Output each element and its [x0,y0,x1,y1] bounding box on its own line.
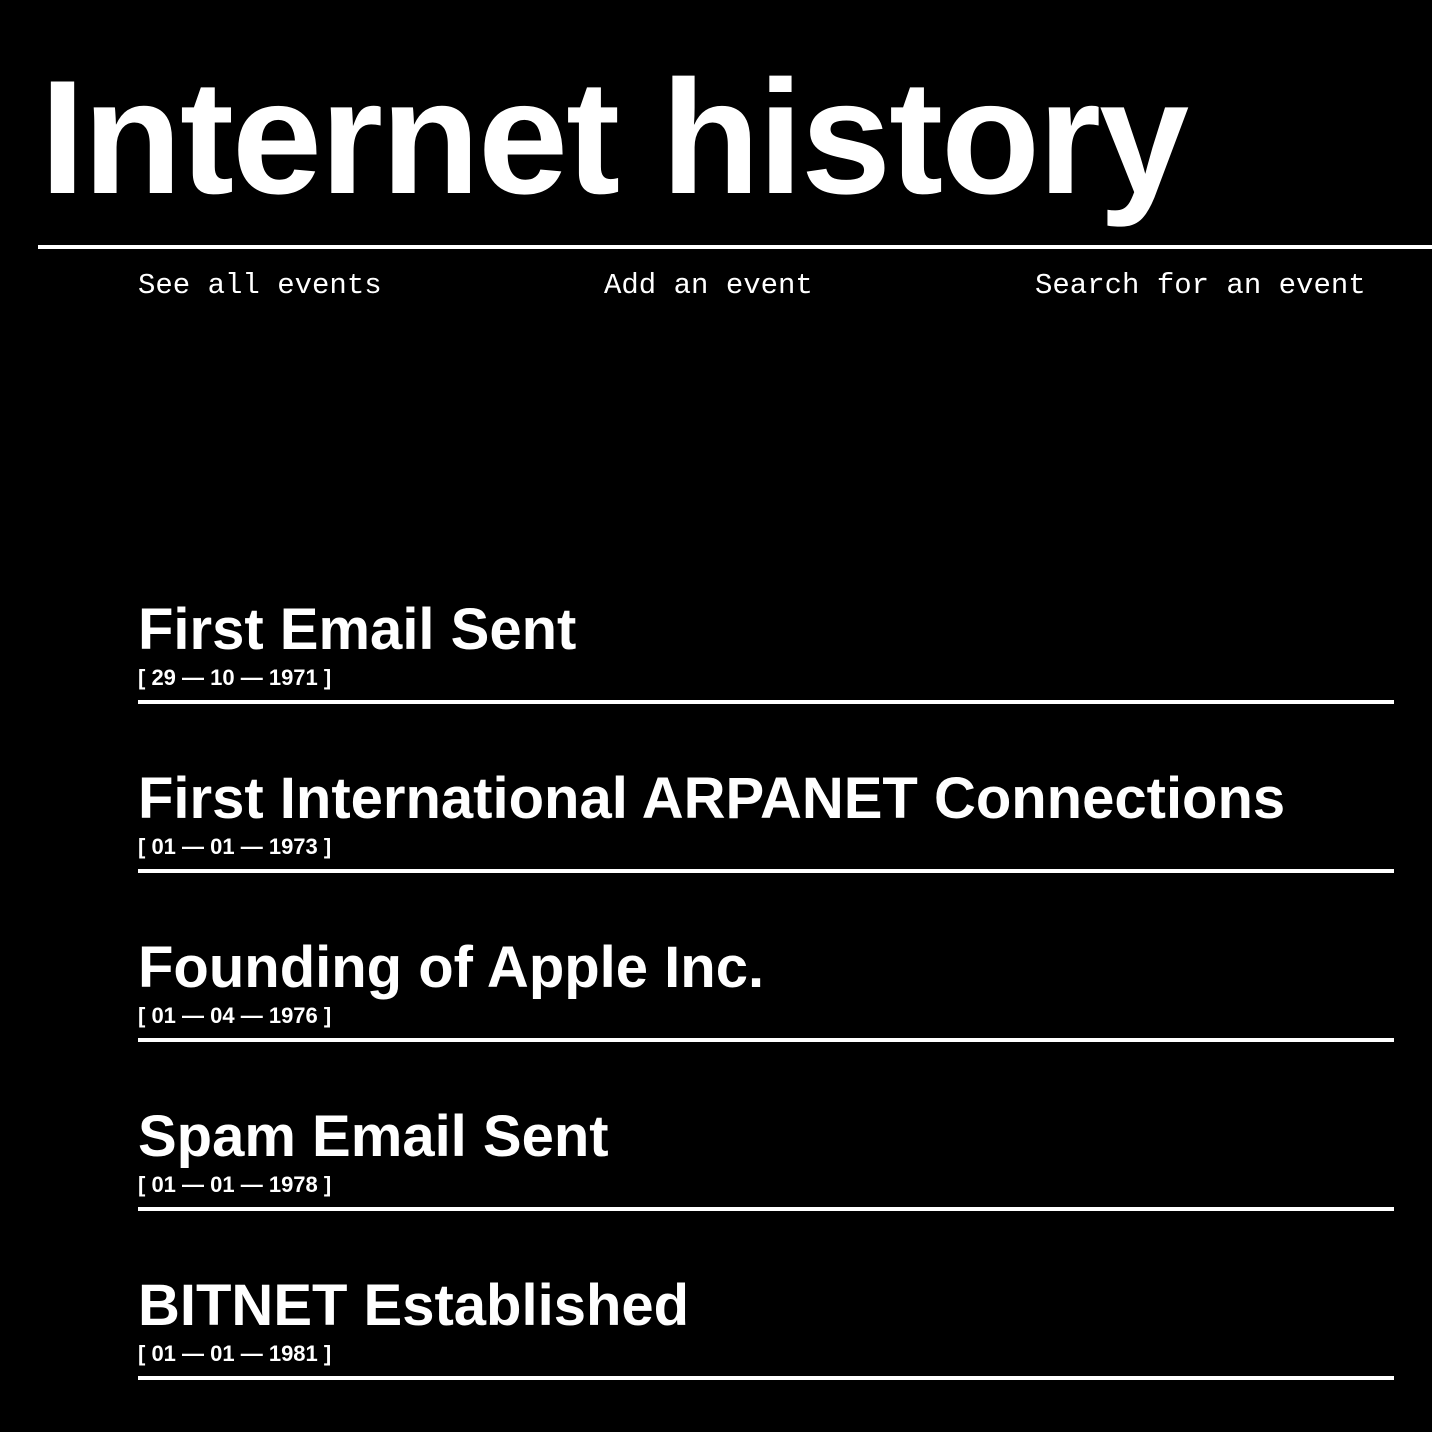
event-item[interactable]: Spam Email Sent [ 01 — 01 — 1978 ] [138,1102,1394,1271]
page-title: Internet history [40,47,1189,228]
nav-search-event-link[interactable]: Search for an event [1035,268,1366,304]
nav-add-event-link[interactable]: Add an event [604,268,813,304]
event-divider [138,869,1394,873]
event-divider [138,700,1394,704]
event-divider [138,1376,1394,1380]
header-divider [38,245,1432,249]
event-list: First Email Sent [ 29 — 10 — 1971 ] Firs… [138,595,1394,1432]
event-item[interactable]: Founding of Apple Inc. [ 01 — 04 — 1976 … [138,933,1394,1102]
page: Internet history See all events Add an e… [0,0,1432,1432]
event-title[interactable]: First Email Sent [138,595,576,665]
nav-see-all-events-link[interactable]: See all events [138,268,382,304]
event-divider [138,1038,1394,1042]
event-item[interactable]: First International ARPANET Connections … [138,764,1394,933]
event-item[interactable]: BITNET Established [ 01 — 01 — 1981 ] [138,1271,1394,1432]
event-date: [ 29 — 10 — 1971 ] [138,665,332,690]
event-date: [ 01 — 04 — 1976 ] [138,1003,332,1028]
event-date: [ 01 — 01 — 1973 ] [138,834,332,859]
main-nav: See all events Add an event Search for a… [0,268,1432,308]
event-date: [ 01 — 01 — 1981 ] [138,1341,332,1366]
event-divider [138,1207,1394,1211]
event-title[interactable]: Spam Email Sent [138,1102,609,1172]
event-item[interactable]: First Email Sent [ 29 — 10 — 1971 ] [138,595,1394,764]
event-title[interactable]: Founding of Apple Inc. [138,933,764,1003]
event-date: [ 01 — 01 — 1978 ] [138,1172,332,1197]
event-title[interactable]: BITNET Established [138,1271,689,1341]
event-title[interactable]: First International ARPANET Connections [138,764,1285,834]
